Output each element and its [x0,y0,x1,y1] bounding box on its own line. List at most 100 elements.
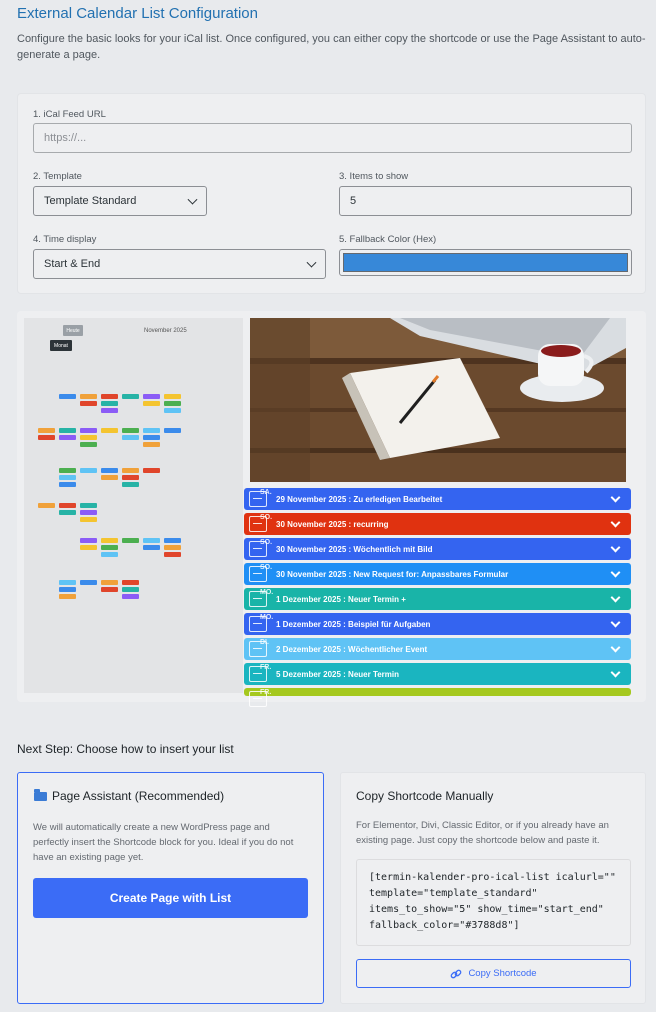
time-display-label: 4. Time display [33,234,97,245]
calendar-event-chip [122,468,139,473]
calendar-event-chip [59,428,76,433]
next-step-heading: Next Step: Choose how to insert your lis… [17,742,234,756]
event-row: MO. 1 Dezember 2025 : Neuer Termin + [244,588,631,610]
calendar-event-chip [122,435,139,440]
event-row: MO. 1 Dezember 2025 : Beispiel für Aufgab… [244,613,631,635]
mini-calendar-preview: Heute Monat November 2025 [24,318,243,693]
calendar-event-chip [164,428,181,433]
calendar-event-chip [101,538,118,543]
color-swatch [343,253,628,272]
calendar-event-chip [122,428,139,433]
calendar-event-chip [143,435,160,440]
calendar-event-chip [59,468,76,473]
event-day: FR. [260,689,272,696]
calendar-event-chip [101,552,118,557]
event-title: 30 November 2025 : recurring [276,520,389,529]
calendar-event-chip [101,475,118,480]
calendar-event-chip [59,503,76,508]
calendar-event-chip [122,475,139,480]
chevron-down-icon [306,257,317,268]
items-input[interactable]: 5 [339,186,632,216]
calendar-event-chip [122,594,139,599]
preview-photo [250,318,626,482]
calendar-event-chip [59,580,76,585]
template-select[interactable]: Template Standard [33,186,207,216]
calendar-event-chip [143,394,160,399]
today-button: Heute [63,325,83,336]
calendar-event-chip [164,401,181,406]
copy-shortcode-button[interactable]: Copy Shortcode [356,959,631,988]
calendar-event-chip [101,401,118,406]
feed-url-label: 1. iCal Feed URL [33,109,106,120]
config-form-card: 1. iCal Feed URL https://... 2. Template… [17,93,646,294]
event-day: MO. [260,589,274,596]
calendar-event-chip [101,468,118,473]
create-page-button[interactable]: Create Page with List [33,878,308,918]
chevron-down-icon [610,517,621,528]
calendar-event-chip [143,442,160,447]
calendar-event-chip [143,401,160,406]
calendar-event-chip [80,428,97,433]
template-preview: Heute Monat November 2025 SA. 29 November… [17,311,646,707]
calendar-event-chip [164,552,181,557]
chevron-down-icon [610,567,621,578]
event-row: SO. 30 November 2025 : New Request for: A… [244,563,631,585]
page-assistant-card: Page Assistant (Recommended) We will aut… [17,772,324,1004]
calendar-event-chip [101,587,118,592]
calendar-event-chip [80,442,97,447]
chevron-down-icon [610,542,621,553]
calendar-event-chip [59,394,76,399]
calendar-event-chip [59,435,76,440]
calendar-event-chip [122,482,139,487]
calendar-event-chip [101,394,118,399]
calendar-event-chip [80,394,97,399]
calendar-event-chip [80,580,97,585]
month-title: November 2025 [144,328,187,334]
page-assistant-title: Page Assistant (Recommended) [52,789,225,803]
shortcode-box[interactable]: [termin-kalender-pro-ical-list icalurl="… [356,859,631,946]
event-day: DI. [260,639,269,646]
calendar-event-chip [80,468,97,473]
manual-shortcode-card: Copy Shortcode Manually For Elementor, D… [340,772,646,1004]
time-display-value: Start & End [44,258,101,270]
chevron-down-icon [610,617,621,628]
chevron-down-icon [610,642,621,653]
event-row: SO. 30 November 2025 : Wöchentlich mit Bi… [244,538,631,560]
calendar-event-chip [38,503,55,508]
calendar-event-chip [38,435,55,440]
event-day: SA. [260,489,272,496]
event-title: 2 Dezember 2025 : Wöchentlicher Event [276,645,428,654]
fallback-color-label: 5. Fallback Color (Hex) [339,234,437,245]
template-select-value: Template Standard [44,195,137,207]
calendar-event-chip [122,538,139,543]
chevron-down-icon [610,667,621,678]
fallback-color-picker[interactable] [339,249,632,276]
event-row: FR. 5 Dezember 2025 : Neuer Termin [244,663,631,685]
calendar-event-chip [164,394,181,399]
calendar-event-chip [80,435,97,440]
event-title: 1 Dezember 2025 : Beispiel für Aufgaben [276,620,431,629]
template-label: 2. Template [33,171,82,182]
event-title: 5 Dezember 2025 : Neuer Termin [276,670,400,679]
folder-icon [34,789,47,801]
time-display-select[interactable]: Start & End [33,249,326,279]
calendar-event-chip [143,538,160,543]
calendar-event-chip [59,482,76,487]
link-icon [450,968,462,980]
calendar-event-chip [101,580,118,585]
event-row: FR. [244,688,631,707]
feed-url-input[interactable]: https://... [33,123,632,153]
event-day: FR. [260,664,272,671]
calendar-event-chip [59,594,76,599]
calendar-event-chip [122,580,139,585]
calendar-event-chip [143,468,160,473]
chevron-down-icon [610,492,621,503]
page-description: Configure the basic looks for your iCal … [17,33,646,61]
calendar-event-chip [122,587,139,592]
calendar-event-chip [143,545,160,550]
page-title: External Calendar List Configuration [17,5,258,22]
manual-shortcode-title: Copy Shortcode Manually [356,789,494,803]
manual-shortcode-text: For Elementor, Divi, Classic Editor, or … [356,820,609,846]
event-title: 1 Dezember 2025 : Neuer Termin + [276,595,406,604]
event-day: MO. [260,614,274,621]
